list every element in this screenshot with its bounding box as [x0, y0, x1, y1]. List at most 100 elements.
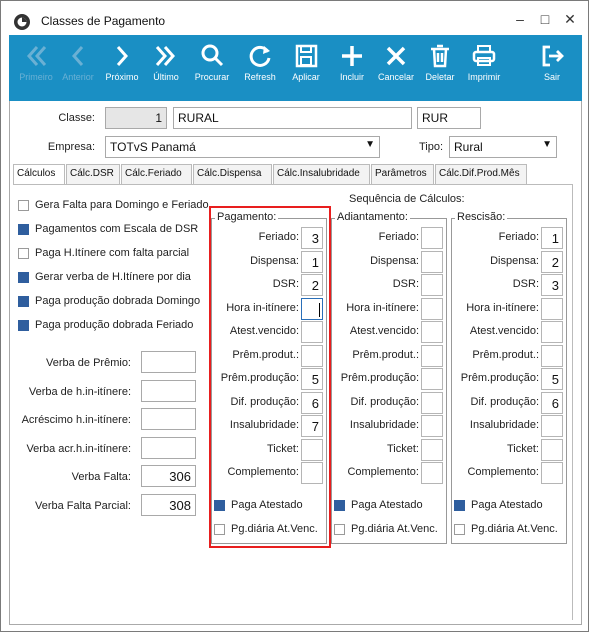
sequence-order-field[interactable]	[421, 415, 443, 437]
diaria-label: Pg.diária At.Venc.	[351, 523, 438, 535]
sequence-row-label: Prêm.produção:	[340, 372, 419, 384]
next-icon	[116, 46, 129, 66]
verba-field[interactable]: 306	[141, 465, 196, 487]
sequence-row-label: Atest.vencido:	[349, 325, 419, 337]
tab-0[interactable]: Cálculos	[13, 164, 65, 185]
verba-label: Verba de Prêmio:	[46, 357, 131, 369]
tipo-select[interactable]: Rural ▼	[449, 136, 557, 158]
tab-2[interactable]: Cálc.Feriado	[121, 164, 192, 184]
first-icon	[26, 46, 47, 66]
sequence-order-field[interactable]: 1	[541, 227, 563, 249]
tipo-label: Tipo:	[418, 141, 443, 153]
sequence-order-field[interactable]	[421, 438, 443, 461]
sequence-order-field[interactable]	[541, 462, 563, 484]
atestado-checkbox[interactable]	[334, 500, 345, 511]
sequence-order-field[interactable]: 3	[541, 274, 563, 296]
toolbar-anterior-button[interactable]: Anterior	[55, 35, 101, 101]
sequence-order-field[interactable]: 5	[541, 368, 563, 390]
sequence-order-field[interactable]	[421, 462, 443, 484]
tab-5[interactable]: Parâmetros	[371, 164, 434, 184]
verba-label: Verba Falta Parcial:	[35, 499, 131, 512]
verba-field[interactable]	[141, 436, 196, 459]
sequence-row-label: Atest.vencido:	[469, 325, 539, 337]
sequence-order-field[interactable]	[421, 274, 443, 296]
toolbar-proximo-button[interactable]: Próximo	[99, 35, 145, 101]
empresa-select[interactable]: TOTvS Panamá ▼	[105, 136, 380, 158]
sequence-row-label: DSR:	[392, 278, 419, 290]
toolbar-deletar-button[interactable]: Deletar	[417, 35, 463, 101]
option-label: Paga H.Itínere com falta parcial	[35, 247, 190, 259]
sequence-order-field[interactable]	[421, 391, 443, 414]
maximize-button[interactable]: □	[535, 9, 555, 29]
sequence-order-field[interactable]	[421, 321, 443, 343]
sequence-order-field[interactable]	[421, 250, 443, 273]
minimize-button[interactable]: –	[510, 9, 530, 29]
tab-1[interactable]: Cálc.DSR	[66, 164, 120, 184]
verba-field[interactable]	[141, 379, 196, 402]
sequence-order-field[interactable]	[421, 227, 443, 249]
cancel-icon	[386, 46, 406, 66]
sequence-order-field[interactable]	[421, 297, 443, 320]
sequence-order-field[interactable]	[541, 321, 563, 343]
diaria-checkbox[interactable]	[454, 524, 465, 535]
sequence-order-field[interactable]: 2	[541, 250, 563, 273]
close-button[interactable]: ✕	[560, 9, 580, 29]
sequence-row-label: Insalubridade:	[349, 419, 419, 431]
tab-6[interactable]: Cálc.Dif.Prod.Mês	[435, 164, 527, 184]
verba-label: Acréscimo h.in-itínere:	[21, 414, 131, 426]
sequence-row-label: Dif. produção:	[350, 395, 419, 408]
classe-abbr-field[interactable]: RUR	[417, 107, 481, 129]
sequence-order-field[interactable]	[421, 344, 443, 367]
refresh-icon	[249, 45, 271, 67]
verba-label: Verba Falta:	[71, 471, 131, 483]
verba-label: Verba de h.in-itínere:	[28, 385, 131, 398]
sequence-row-label: Complemento:	[347, 466, 419, 478]
option-checkbox[interactable]	[18, 248, 29, 259]
verba-field[interactable]	[141, 351, 196, 373]
option-checkbox[interactable]	[18, 224, 29, 235]
sequence-row-label: Dispensa:	[370, 254, 419, 267]
option-checkbox[interactable]	[18, 272, 29, 283]
window-title: Classes de Pagamento	[41, 14, 166, 28]
verba-label: Verba acr.h.in-itínere:	[26, 442, 131, 455]
print-icon	[472, 45, 496, 66]
option-checkbox[interactable]	[18, 200, 29, 211]
sequence-order-field[interactable]	[541, 344, 563, 367]
atestado-checkbox[interactable]	[454, 500, 465, 511]
tab-3[interactable]: Cálc.Dispensa	[193, 164, 272, 184]
trash-icon	[431, 44, 449, 68]
classe-name-field[interactable]: RURAL	[173, 107, 412, 129]
sequence-order-field[interactable]: 6	[541, 391, 563, 414]
add-icon	[342, 46, 362, 66]
diaria-checkbox[interactable]	[334, 524, 345, 535]
toolbar-sair-button[interactable]: Sair	[529, 35, 575, 101]
sequence-row-label: Complemento:	[467, 466, 539, 478]
chevron-down-icon[interactable]: ▼	[542, 139, 552, 150]
sequence-order-field[interactable]	[421, 368, 443, 390]
toolbar-ultimo-button[interactable]: Último	[143, 35, 189, 101]
toolbar-label: Refresh	[244, 72, 276, 82]
option-checkbox[interactable]	[18, 320, 29, 331]
toolbar-primeiro-button[interactable]: Primeiro	[13, 35, 59, 101]
sequence-order-field[interactable]	[541, 438, 563, 461]
save-icon	[295, 44, 318, 68]
diaria-label: Pg.diária At.Venc.	[471, 523, 558, 535]
toolbar-aplicar-button[interactable]: Aplicar	[283, 35, 329, 101]
toolbar-incluir-button[interactable]: Incluir	[329, 35, 375, 101]
option-checkbox[interactable]	[18, 296, 29, 307]
toolbar-imprimir-button[interactable]: Imprimir	[461, 35, 507, 101]
sequence-order-field[interactable]	[541, 415, 563, 437]
verba-field[interactable]: 308	[141, 493, 196, 516]
app-icon	[14, 14, 30, 30]
classe-code-field[interactable]: 1	[105, 107, 167, 129]
sequence-row-label: Dif. produção:	[470, 395, 539, 408]
toolbar-procurar-button[interactable]: Procurar	[189, 35, 235, 101]
sequence-order-field[interactable]	[541, 297, 563, 320]
toolbar-cancelar-button[interactable]: Cancelar	[373, 35, 419, 101]
sequence-row-label: Feriado:	[378, 231, 419, 243]
toolbar-refresh-button[interactable]: Refresh	[237, 35, 283, 101]
toolbar-label: Último	[153, 72, 179, 82]
tab-4[interactable]: Cálc.Insalubridade	[273, 164, 370, 184]
chevron-down-icon[interactable]: ▼	[365, 139, 375, 150]
verba-field[interactable]	[141, 408, 196, 430]
